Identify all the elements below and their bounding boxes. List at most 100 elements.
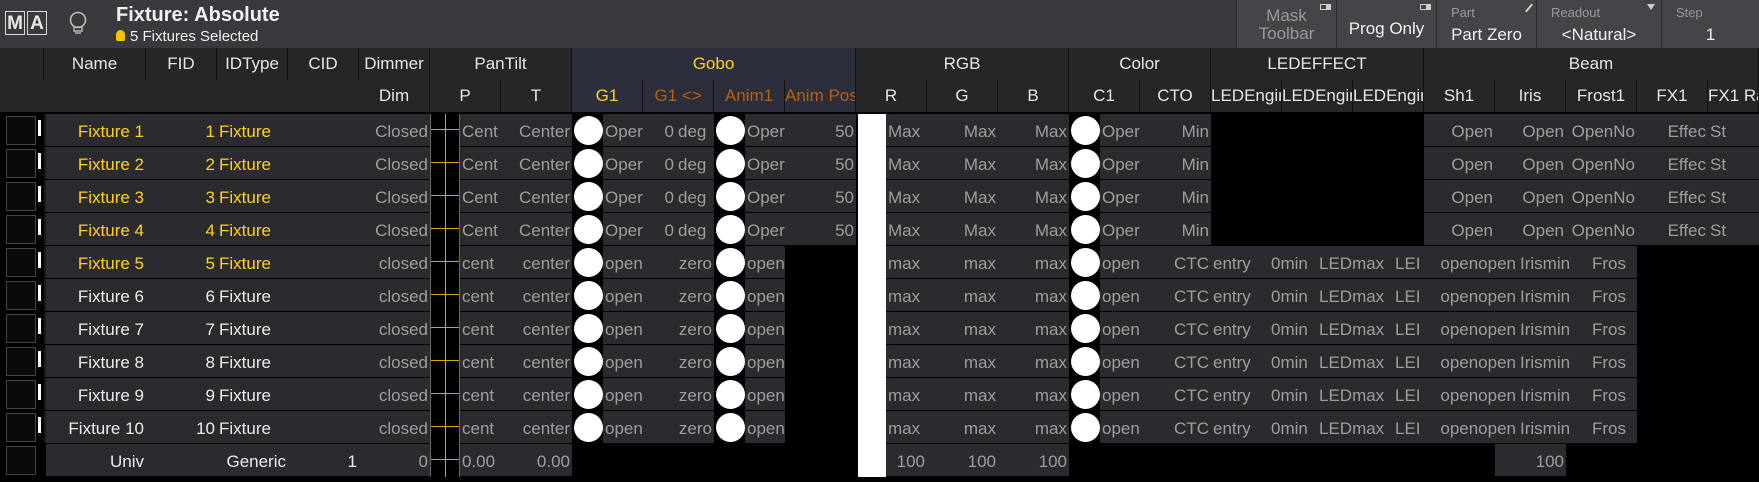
cell-pan[interactable]: 0.00 (460, 444, 501, 476)
cell-anim1[interactable]: open (745, 246, 785, 278)
cell-iris[interactable]: Irismin (1518, 312, 1590, 344)
cell-dim[interactable]: closed (359, 411, 430, 443)
header-r[interactable]: R (856, 80, 927, 112)
cell-cto[interactable]: Min (1140, 180, 1211, 212)
row-select-box[interactable] (6, 215, 36, 244)
color-wheel-icon[interactable] (1071, 281, 1100, 310)
cell-fx1-rate[interactable]: St (1708, 213, 1759, 245)
cell-iris[interactable]: Open (1495, 180, 1566, 212)
cell-name[interactable]: Fixture 6 (46, 279, 146, 311)
gobo-open-icon[interactable] (574, 281, 603, 310)
cell-cto[interactable]: CTC (1140, 345, 1211, 377)
cell-fid[interactable]: 7 (146, 312, 217, 344)
cell-pan[interactable]: Cent (460, 147, 501, 179)
cell-g1[interactable]: open (603, 345, 643, 377)
cell-cid[interactable] (288, 411, 359, 443)
pantilt-crosshair-icon[interactable] (430, 378, 460, 411)
cell-fid[interactable]: 2 (146, 147, 217, 179)
cell-g[interactable]: Max (927, 114, 998, 146)
cell-anim1[interactable]: Oper (745, 147, 785, 179)
cell-fid[interactable]: 5 (146, 246, 217, 278)
cell-dim[interactable]: 0 (359, 444, 430, 476)
gobo-open-icon[interactable] (574, 215, 603, 244)
pantilt-crosshair-icon[interactable] (430, 411, 460, 444)
rgb-color-swatch[interactable] (858, 444, 886, 477)
anim-wheel-icon[interactable] (716, 149, 745, 178)
cell-r[interactable]: Max (886, 114, 927, 146)
cell-b[interactable]: max (998, 279, 1069, 311)
cell-anim1[interactable]: Oper (745, 180, 785, 212)
cell-r[interactable]: max (886, 378, 927, 410)
table-row[interactable]: Fixture 10 10 Fixture closed cent center open z… (0, 411, 1759, 444)
cell-ledengine-4[interactable]: LEI (1393, 279, 1424, 311)
cell-ledengine-4[interactable]: LEI (1393, 345, 1424, 377)
anim-wheel-icon[interactable] (716, 413, 745, 442)
cell-tilt[interactable]: center (501, 378, 572, 410)
anim-wheel-icon[interactable] (716, 281, 745, 310)
cell-g[interactable]: 100 (927, 444, 998, 476)
cell-tilt[interactable]: center (501, 279, 572, 311)
cell-idtype[interactable]: Generic (217, 444, 288, 476)
cell-sh1[interactable]: openopen (1424, 378, 1518, 410)
cell-ledengine-3[interactable]: LEDmax (1317, 312, 1393, 344)
header-cto[interactable]: CTO (1140, 80, 1211, 112)
cell-anim1[interactable]: open (745, 345, 785, 377)
cell-fid[interactable]: 1 (146, 114, 217, 146)
cell-idtype[interactable]: Fixture (217, 411, 288, 443)
cell-g1-unit[interactable]: deg (676, 114, 714, 146)
cell-idtype[interactable]: Fixture (217, 213, 288, 245)
cell-ledengine-1[interactable]: entry (1211, 378, 1269, 410)
cell-g1[interactable]: Oper (603, 114, 643, 146)
cell-fx1[interactable]: Effec (1637, 180, 1708, 212)
cell-g[interactable]: max (927, 345, 998, 377)
cell-b[interactable]: Max (998, 180, 1069, 212)
cell-cid[interactable] (288, 279, 359, 311)
cell-dim[interactable]: closed (359, 246, 430, 278)
cell-fid[interactable]: 9 (146, 378, 217, 410)
cell-idtype[interactable]: Fixture (217, 147, 288, 179)
cell-ledengine-4[interactable]: LEI (1393, 411, 1424, 443)
cell-dim[interactable]: Closed (359, 114, 430, 146)
rgb-color-swatch[interactable] (858, 279, 886, 312)
cell-b[interactable]: Max (998, 147, 1069, 179)
cell-anim-pos[interactable]: 50 (785, 114, 856, 146)
header-pantilt[interactable]: PanTilt (430, 48, 572, 80)
header-b[interactable]: B (998, 80, 1069, 112)
cell-b[interactable]: max (998, 345, 1069, 377)
cell-idtype[interactable]: Fixture (217, 312, 288, 344)
header-c1[interactable]: C1 (1069, 80, 1140, 112)
header-frost1[interactable]: Frost1 (1566, 80, 1637, 112)
cell-c1[interactable]: openmin (1100, 279, 1140, 311)
cell-cid[interactable] (288, 147, 359, 179)
step-button[interactable]: Step 1 (1661, 0, 1759, 48)
gobo-open-icon[interactable] (574, 314, 603, 343)
cell-ledengine-2[interactable]: 0min (1269, 312, 1317, 344)
cell-ledengine-2[interactable]: 0min (1269, 411, 1317, 443)
cell-name[interactable]: Fixture 4 (46, 213, 146, 245)
row-select-box[interactable] (6, 347, 36, 376)
cell-iris[interactable]: Irismin (1518, 378, 1590, 410)
rgb-color-swatch[interactable] (858, 213, 886, 246)
anim-wheel-icon[interactable] (716, 314, 745, 343)
cell-anim1[interactable]: open (745, 279, 785, 311)
cell-g[interactable]: max (927, 411, 998, 443)
cell-r[interactable]: max (886, 279, 927, 311)
cell-r[interactable]: 100 (886, 444, 927, 476)
cell-ledengine-1[interactable]: entry (1211, 312, 1269, 344)
header-fx1[interactable]: FX1 (1637, 80, 1708, 112)
cell-frost1[interactable]: Fros (1590, 411, 1637, 443)
cell-g1-rotation[interactable]: 0 (643, 147, 676, 179)
cell-tilt[interactable]: center (501, 312, 572, 344)
color-wheel-icon[interactable] (1071, 314, 1100, 343)
header-p[interactable]: P (430, 80, 501, 112)
cell-cid[interactable] (288, 246, 359, 278)
header-dimmer[interactable]: Dimmer (359, 48, 430, 80)
cell-sh1[interactable]: Open (1424, 213, 1495, 245)
table-row[interactable]: Fixture 7 7 Fixture closed cent center open zer… (0, 312, 1759, 345)
cell-cto[interactable]: CTC (1140, 378, 1211, 410)
cell-c1[interactable]: openmin (1100, 345, 1140, 377)
cell-ledengine-2[interactable]: 0min (1269, 345, 1317, 377)
cell-g1[interactable]: open (603, 279, 643, 311)
anim-wheel-icon[interactable] (716, 182, 745, 211)
cell-cid[interactable]: 1 (288, 444, 359, 476)
